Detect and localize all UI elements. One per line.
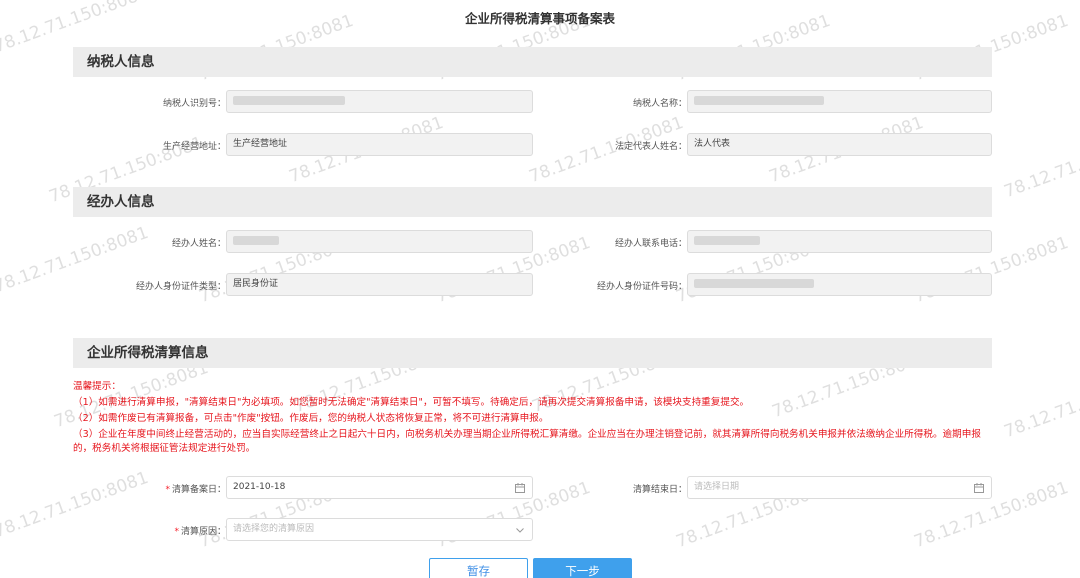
tip-2: （2）如需作废已有清算报备，可点击"作废"按钮。作废后，您的纳税人状态将恢复正常… (73, 413, 549, 424)
address-label: 生产经营地址： (162, 142, 226, 152)
tips-title: 温馨提示： (73, 381, 121, 392)
calendar-icon[interactable] (973, 482, 985, 494)
taxpayer-id-label: 纳税人识别号： (162, 99, 226, 109)
agent-id-number-label: 经办人身份证件号码： (596, 282, 687, 292)
agent-id-type-label: 经办人身份证件类型： (135, 282, 226, 292)
taxpayer-name-label: 纳税人名称： (632, 99, 687, 109)
required-mark: * (174, 527, 179, 537)
end-date-picker[interactable]: 请选择日期 (687, 476, 992, 499)
agent-phone-field[interactable] (687, 230, 992, 253)
page-title: 企业所得税清算事项备案表 (464, 11, 615, 26)
taxpayer-name-field[interactable] (687, 90, 992, 113)
reason-placeholder: 请选择您的清算原因 (233, 524, 315, 534)
end-date-placeholder: 请选择日期 (694, 482, 740, 492)
next-step-button[interactable]: 下一步 (533, 558, 632, 578)
save-draft-button[interactable]: 暂存 (429, 558, 528, 578)
section-header-taxpayer: 纳税人信息 (73, 47, 992, 77)
watermark: 78.12.71.150:8081 (1001, 367, 1080, 443)
legal-rep-label: 法定代表人姓名： (614, 142, 687, 152)
tip-3: （3）企业在年度中间终止经营活动的，应当自实际经营终止之日起六十日内，向税务机关… (73, 429, 981, 454)
section-header-agent: 经办人信息 (73, 187, 992, 217)
redacted-value (233, 96, 345, 105)
required-mark: * (165, 485, 170, 495)
address-field[interactable]: 生产经营地址 (226, 133, 533, 156)
record-date-picker[interactable]: 2021-10-18 (226, 476, 533, 499)
agent-phone-label: 经办人联系电话： (614, 239, 687, 249)
record-date-label: * 清算备案日： (80, 482, 226, 495)
agent-id-number-field[interactable] (687, 273, 992, 296)
record-date-label-text: 清算备案日： (171, 485, 226, 495)
calendar-icon[interactable] (514, 482, 526, 494)
reason-label-text: 清算原因： (180, 527, 226, 537)
reason-label: * 清算原因： (80, 524, 226, 537)
reason-select[interactable]: 请选择您的清算原因 (226, 518, 533, 541)
taxpayer-id-field[interactable] (226, 90, 533, 113)
watermark: 78.12.71.150:8081 (1001, 127, 1080, 203)
tip-1: （1）如需进行清算申报，"清算结束日"为必填项。如您暂时无法确定"清算结束日"，… (73, 397, 750, 408)
redacted-value (233, 236, 279, 245)
end-date-label: 清算结束日： (632, 485, 687, 495)
redacted-value (694, 96, 824, 105)
redacted-value (694, 279, 814, 288)
legal-rep-field[interactable]: 法人代表 (687, 133, 992, 156)
section-header-liquidation: 企业所得税清算信息 (73, 338, 992, 368)
agent-name-field[interactable] (226, 230, 533, 253)
record-date-value: 2021-10-18 (233, 482, 286, 492)
agent-id-type-field[interactable]: 居民身份证 (226, 273, 533, 296)
agent-name-label: 经办人姓名： (171, 239, 226, 249)
redacted-value (694, 236, 760, 245)
chevron-down-icon[interactable] (514, 524, 526, 536)
